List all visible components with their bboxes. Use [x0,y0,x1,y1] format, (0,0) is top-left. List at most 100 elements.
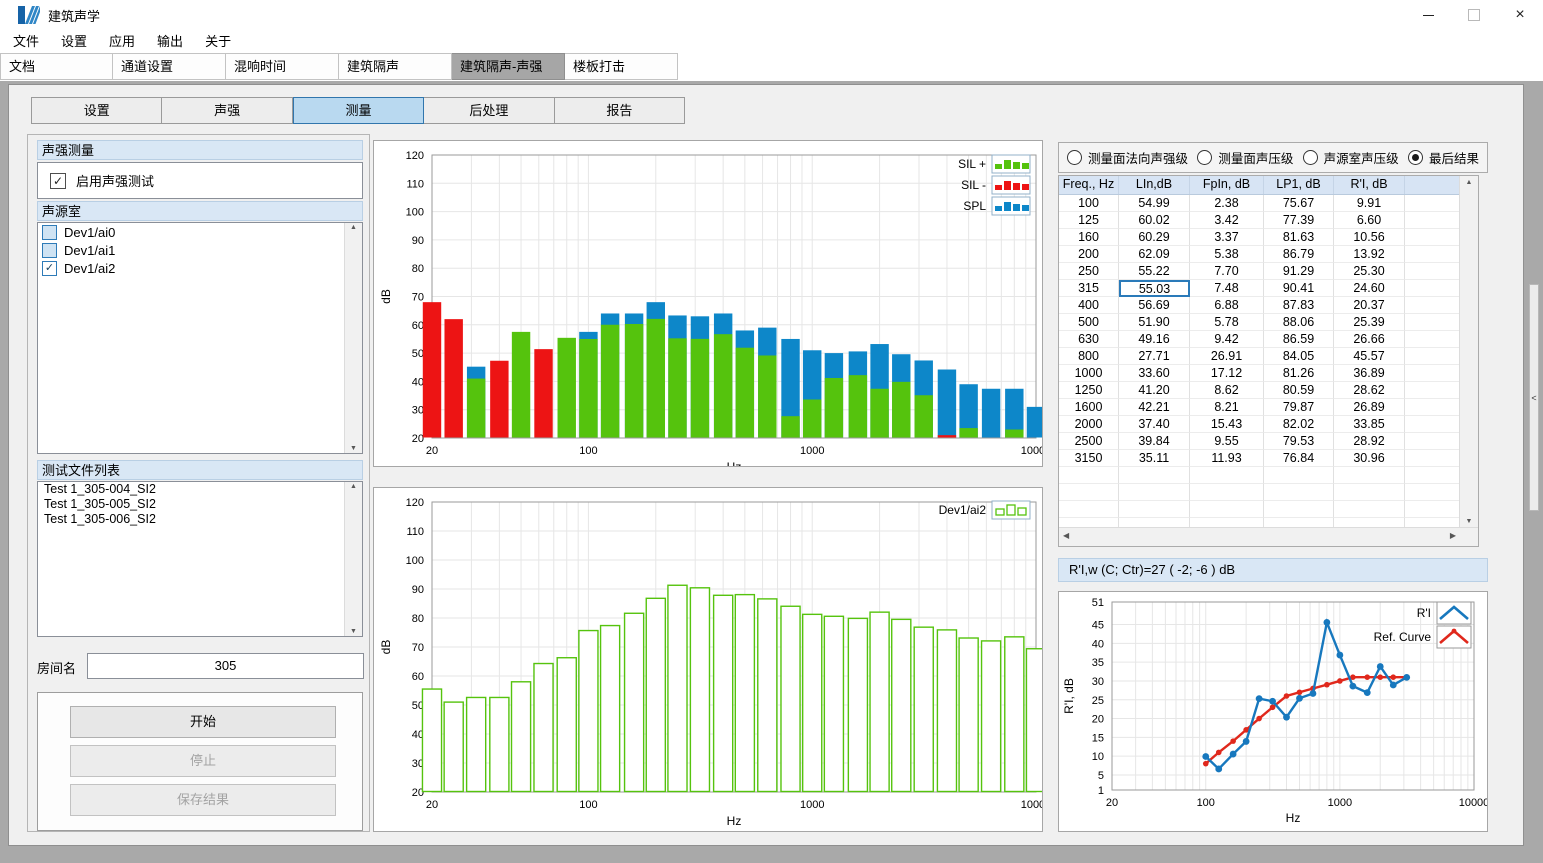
table-cell[interactable] [1405,297,1461,314]
room-name-input[interactable]: 305 [87,653,364,679]
table-cell[interactable] [1405,348,1461,365]
table-header-cell[interactable]: LIn,dB [1119,176,1190,194]
maximize-button[interactable] [1451,0,1497,30]
table-cell[interactable]: 15.43 [1190,416,1264,433]
table-cell[interactable]: 84.05 [1264,348,1334,365]
table-header-cell[interactable]: Freq., Hz [1059,176,1119,194]
table-row[interactable]: 100033.6017.1281.2636.89 [1059,365,1461,382]
table-row[interactable]: 250039.849.5579.5328.92 [1059,433,1461,450]
menu-item-3[interactable]: 应用 [98,30,146,53]
table-cell[interactable] [1405,399,1461,416]
table-cell[interactable]: 56.69 [1119,297,1190,314]
table-cell[interactable] [1405,382,1461,399]
table-cell[interactable]: 1000 [1059,365,1119,382]
table-cell[interactable]: 26.91 [1190,348,1264,365]
table-cell[interactable] [1405,484,1461,501]
table-cell[interactable]: 20.37 [1334,297,1405,314]
table-cell[interactable] [1405,331,1461,348]
table-cell[interactable]: 9.42 [1190,331,1264,348]
table-row[interactable]: 31555.037.4890.4124.60 [1059,280,1461,297]
table-row-empty[interactable] [1059,484,1461,501]
table-row[interactable]: 40056.696.8887.8320.37 [1059,297,1461,314]
table-cell[interactable]: 79.53 [1264,433,1334,450]
table-cell[interactable]: 82.02 [1264,416,1334,433]
table-row[interactable]: 80027.7126.9184.0545.57 [1059,348,1461,365]
table-cell[interactable] [1264,484,1334,501]
table-cell[interactable]: 60.02 [1119,212,1190,229]
table-cell[interactable]: 800 [1059,348,1119,365]
table-cell[interactable]: 26.66 [1334,331,1405,348]
radio-测量面声压级[interactable]: 测量面声压级 [1197,148,1293,167]
table-cell[interactable]: 10.56 [1334,229,1405,246]
table-row[interactable]: 25055.227.7091.2925.30 [1059,263,1461,280]
scroll-up-icon[interactable]: ▲ [345,483,362,490]
menu-item-2[interactable]: 设置 [50,30,98,53]
scroll-up-icon[interactable]: ▲ [1460,179,1478,186]
table-cell[interactable]: 91.29 [1264,263,1334,280]
table-cell[interactable]: 45.57 [1334,348,1405,365]
table-header-cell[interactable] [1405,176,1461,194]
table-cell[interactable] [1119,501,1190,518]
table-cell[interactable] [1334,467,1405,484]
table-cell[interactable]: 2000 [1059,416,1119,433]
table-cell[interactable]: 250 [1059,263,1119,280]
table-cell[interactable] [1119,484,1190,501]
channel-item[interactable]: ✓Dev1/ai2 [38,259,362,277]
scroll-left-icon[interactable]: ◀ [1063,531,1069,540]
table-cell[interactable] [1334,484,1405,501]
table-cell[interactable]: 33.85 [1334,416,1405,433]
table-cell[interactable]: 500 [1059,314,1119,331]
table-cell[interactable] [1190,484,1264,501]
channel-checkbox[interactable]: ✓ [42,261,57,276]
subtab-测量[interactable]: 测量 [293,97,424,124]
enable-intensity-checkbox[interactable]: ✓ [50,173,66,189]
table-cell[interactable]: 36.89 [1334,365,1405,382]
table-cell[interactable]: 37.40 [1119,416,1190,433]
table-cell[interactable]: 315 [1059,280,1119,297]
table-cell[interactable]: 41.20 [1119,382,1190,399]
table-cell[interactable]: 27.71 [1119,348,1190,365]
table-cell[interactable]: 26.89 [1334,399,1405,416]
radio-icon[interactable] [1067,150,1082,165]
table-cell[interactable]: 2500 [1059,433,1119,450]
table-cell[interactable]: 39.84 [1119,433,1190,450]
scroll-right-icon[interactable]: ▶ [1450,531,1456,540]
subtab-后处理[interactable]: 后处理 [424,97,554,124]
table-row[interactable]: 200037.4015.4382.0233.85 [1059,416,1461,433]
subtab-声强[interactable]: 声强 [162,97,292,124]
table-cell[interactable]: 125 [1059,212,1119,229]
radio-icon[interactable] [1197,150,1212,165]
table-cell[interactable] [1119,467,1190,484]
table-cell[interactable]: 80.59 [1264,382,1334,399]
table-cell[interactable] [1405,450,1461,467]
table-cell[interactable]: 1250 [1059,382,1119,399]
table-vertical-scrollbar[interactable]: ▲ ▼ [1459,176,1478,528]
channel-checkbox[interactable] [42,225,57,240]
test-file-item[interactable]: Test 1_305-005_SI2 [38,497,362,512]
minimize-button[interactable] [1405,0,1451,30]
table-row[interactable]: 63049.169.4286.5926.66 [1059,331,1461,348]
scroll-down-icon[interactable]: ▼ [345,445,362,452]
table-cell[interactable] [1405,416,1461,433]
table-row-empty[interactable] [1059,467,1461,484]
table-cell[interactable]: 3.42 [1190,212,1264,229]
table-cell[interactable]: 30.96 [1334,450,1405,467]
table-row-empty[interactable] [1059,501,1461,518]
tab-建筑隔声-声强[interactable]: 建筑隔声-声强 [452,53,565,80]
radio-测量面法向声强级[interactable]: 测量面法向声强级 [1067,148,1188,167]
tab-楼板打击[interactable]: 楼板打击 [565,53,678,80]
table-row[interactable]: 315035.1111.9376.8430.96 [1059,450,1461,467]
table-cell[interactable] [1405,365,1461,382]
table-cell[interactable]: 87.83 [1264,297,1334,314]
table-cell[interactable]: 11.93 [1190,450,1264,467]
table-cell[interactable] [1405,229,1461,246]
table-cell[interactable]: 28.62 [1334,382,1405,399]
table-cell[interactable]: 25.39 [1334,314,1405,331]
scroll-up-icon[interactable]: ▲ [345,224,362,231]
table-cell[interactable]: 35.11 [1119,450,1190,467]
table-cell[interactable]: 3.37 [1190,229,1264,246]
table-cell[interactable]: 55.22 [1119,263,1190,280]
tab-建筑隔声[interactable]: 建筑隔声 [339,53,452,80]
table-cell[interactable]: 55.03 [1119,280,1190,297]
table-cell[interactable]: 86.79 [1264,246,1334,263]
